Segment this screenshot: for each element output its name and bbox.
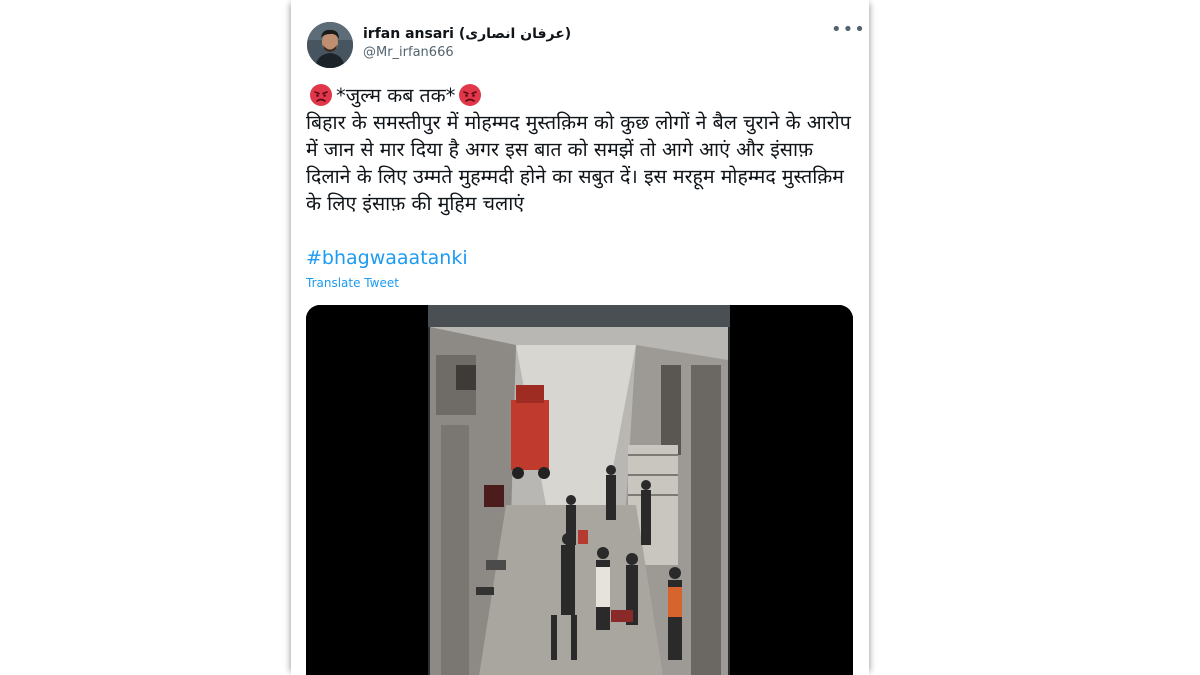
tweet-card: irfan ansari (عرفان انصاری) @Mr_irfan666… — [291, 0, 869, 675]
user-handle[interactable]: @Mr_irfan666 — [363, 45, 454, 60]
angry-face-icon — [309, 83, 333, 107]
avatar[interactable] — [307, 22, 353, 68]
profile-photo-icon — [307, 22, 353, 68]
cctv-video-thumbnail-icon — [306, 305, 853, 675]
tweet-text: *जुल्म कब तक* बिहार के समस्तीपुर में मोह… — [306, 82, 854, 217]
tweet-body: बिहार के समस्तीपुर में मोहम्मद मुस्तक़िम… — [306, 111, 851, 215]
tweet-video[interactable] — [306, 305, 853, 675]
angry-face-icon — [458, 83, 482, 107]
more-options-icon[interactable]: ••• — [831, 21, 865, 42]
display-name[interactable]: irfan ansari (عرفان انصاری) — [363, 26, 571, 42]
tweet-title-line: *जुल्म कब तक* — [336, 84, 456, 107]
hashtag-link[interactable]: #bhagwaaatanki — [306, 247, 468, 269]
translate-tweet-link[interactable]: Translate Tweet — [306, 276, 399, 290]
